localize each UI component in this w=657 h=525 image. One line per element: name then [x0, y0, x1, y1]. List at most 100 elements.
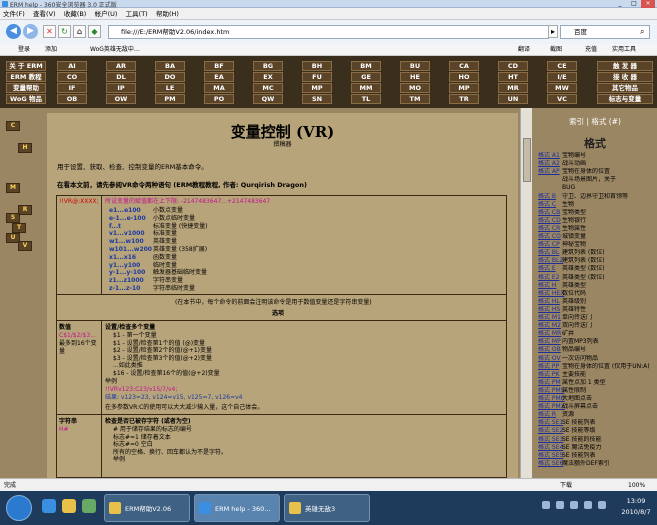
letter-T[interactable]: T — [12, 223, 26, 233]
format-item[interactable]: 格式 M2双向传送门 — [538, 322, 654, 330]
page-scrollbar[interactable] — [520, 108, 532, 478]
format-item[interactable]: 格式 BL 建筑列表 (数位) — [538, 249, 654, 257]
format-item[interactable]: 格式 PMB大地图点击 — [538, 395, 654, 403]
format-link[interactable]: 格式 HL — [538, 298, 562, 306]
nav-button-1-2[interactable]: DL — [106, 72, 136, 82]
format-item[interactable]: 格式 E2 英雄类型 (数位) — [538, 274, 654, 282]
format-link[interactable]: 格式 SE5 — [538, 452, 563, 460]
nav-button-1-4[interactable]: EA — [204, 72, 234, 82]
format-link[interactable]: 格式 PM — [538, 379, 562, 387]
format-item[interactable]: 格式 BL2建筑列表 (数位) — [538, 257, 654, 265]
translate-button[interactable]: 翻译 — [518, 44, 530, 56]
media-icon[interactable] — [82, 499, 96, 513]
format-link[interactable]: 格式 MP — [538, 338, 562, 346]
format-item[interactable]: 战斗场景图片，关于 — [538, 176, 654, 184]
format-link[interactable]: 格式 SE4 — [538, 444, 563, 452]
nav-button-3-8[interactable]: TM — [400, 94, 430, 104]
nav-button-0-1[interactable]: AI — [57, 61, 87, 71]
format-item[interactable]: 格式 CB 宝物类型 — [538, 209, 654, 217]
format-item[interactable]: 格式 SE5SE 技能列表 — [538, 452, 654, 460]
nav-button-2-2[interactable]: IP — [106, 83, 136, 93]
nav-button-3-1[interactable]: OB — [57, 94, 87, 104]
format-link[interactable]: 格式 H — [538, 282, 562, 290]
recharge-button[interactable]: 充值 — [585, 44, 597, 56]
network-icon[interactable] — [584, 501, 592, 509]
menu-account[interactable]: 帐户(U) — [92, 8, 121, 20]
add-favorite-link[interactable]: 添加 — [45, 44, 57, 56]
nav-button-0-8[interactable]: BU — [400, 61, 430, 71]
nav-button-1-0[interactable]: ERM 教程 — [6, 72, 46, 82]
nav-button-1-7[interactable]: GE — [351, 72, 381, 82]
nav-button-0-2[interactable]: AR — [106, 61, 136, 71]
format-link[interactable]: 格式 OB — [538, 346, 562, 354]
task-browser[interactable]: ERM help - 360... — [194, 494, 280, 522]
format-link[interactable]: 格式 BL — [538, 249, 562, 257]
format-item[interactable]: 格式 CD生物银行 — [538, 217, 654, 225]
format-link[interactable]: 格式 HS — [538, 306, 562, 314]
nav-button-0-5[interactable]: BG — [253, 61, 283, 71]
format-item[interactable]: 格式 SE3SE 技能的技能 — [538, 436, 654, 444]
nav-button-0-4[interactable]: BF — [204, 61, 234, 71]
nav-button-3-7[interactable]: TL — [351, 94, 381, 104]
nav-button-3-4[interactable]: PO — [204, 94, 234, 104]
letter-H[interactable]: H — [18, 143, 32, 153]
format-link[interactable]: 格式 SE3 — [538, 436, 563, 444]
format-item[interactable]: 格式 HL 英雄级别 — [538, 298, 654, 306]
nav-button-0-6[interactable]: BH — [302, 61, 332, 71]
format-link[interactable]: 格式 CD — [538, 217, 562, 225]
format-link[interactable]: 格式 B — [538, 193, 562, 201]
format-link[interactable]: 格式 C — [538, 201, 562, 209]
format-link[interactable]: 格式 OV — [538, 355, 562, 363]
format-item[interactable]: 格式 CR 生物属性 — [538, 225, 654, 233]
nav-button-0-9[interactable]: CA — [449, 61, 479, 71]
nav-button-2-6[interactable]: MP — [302, 83, 332, 93]
close-button[interactable]: × — [641, 0, 655, 8]
maximize-button[interactable]: □ — [627, 0, 641, 8]
format-item[interactable]: 格式 A1 宝物编号 — [538, 152, 654, 160]
format-link[interactable]: 格式 CR — [538, 225, 562, 233]
screenshot-button[interactable]: 截图 — [550, 44, 562, 56]
letter-S[interactable]: S — [6, 213, 20, 223]
format-link[interactable]: 格式 SE2 — [538, 427, 563, 435]
format-link[interactable]: 格式 PK — [538, 371, 562, 379]
format-item[interactable]: 格式 CO城镇变量 — [538, 233, 654, 241]
nav-button-2-10[interactable]: MR — [498, 83, 528, 93]
nav-button-1-6[interactable]: FU — [302, 72, 332, 82]
search-input[interactable]: 百度 — [560, 25, 650, 39]
letter-R[interactable]: R — [18, 205, 32, 215]
nav-button-2-3[interactable]: LE — [155, 83, 185, 93]
tools-button[interactable]: 实用工具 — [612, 44, 636, 56]
format-link[interactable]: 格式 PMX — [538, 403, 565, 411]
nav-button-1-9[interactable]: HO — [449, 72, 479, 82]
task-erm-folder[interactable]: ERM帮助V2.06 — [104, 494, 190, 522]
ie-icon[interactable] — [42, 499, 56, 513]
menu-help[interactable]: 帮助(H) — [153, 8, 182, 20]
nav-button-3-6[interactable]: SN — [302, 94, 332, 104]
format-link[interactable]: 格式 M2 — [538, 322, 562, 330]
nav-button-1-10[interactable]: HT — [498, 72, 528, 82]
format-item[interactable]: 格式 PMS属性限制 — [538, 387, 654, 395]
nav-button-0-11[interactable]: CE — [547, 61, 577, 71]
minimize-button[interactable]: _ — [613, 0, 627, 8]
format-item[interactable]: 格式 C 生物 — [538, 201, 654, 209]
format-link[interactable]: 格式 PP — [538, 363, 562, 371]
back-button[interactable]: ◀ — [6, 24, 21, 39]
nav-button-2-12[interactable]: 其它物品 — [597, 83, 653, 93]
clock[interactable]: 13:09 2010/8/7 — [616, 496, 656, 518]
format-item[interactable]: 格式 OB物品编号 — [538, 346, 654, 354]
format-link[interactable]: 格式 CP — [538, 241, 562, 249]
nav-button-1-1[interactable]: CO — [57, 72, 87, 82]
volume-icon[interactable] — [598, 501, 606, 509]
stop-button[interactable]: ✕ — [43, 25, 56, 38]
menu-file[interactable]: 文件(F) — [0, 8, 28, 20]
format-link[interactable]: 格式 E2 — [538, 274, 562, 282]
format-item[interactable]: 格式 SE4SE 魔法免疫力 — [538, 444, 654, 452]
menu-favorites[interactable]: 收藏(B) — [61, 8, 90, 20]
menu-view[interactable]: 查看(V) — [30, 8, 59, 20]
nav-button-1-3[interactable]: DO — [155, 72, 185, 82]
nav-button-3-2[interactable]: OW — [106, 94, 136, 104]
nav-button-3-5[interactable]: QW — [253, 94, 283, 104]
format-item[interactable]: 格式 PM属性点加 1 类型 — [538, 379, 654, 387]
letter-M[interactable]: M — [6, 183, 20, 193]
format-link[interactable]: 格式 M1 — [538, 314, 562, 322]
